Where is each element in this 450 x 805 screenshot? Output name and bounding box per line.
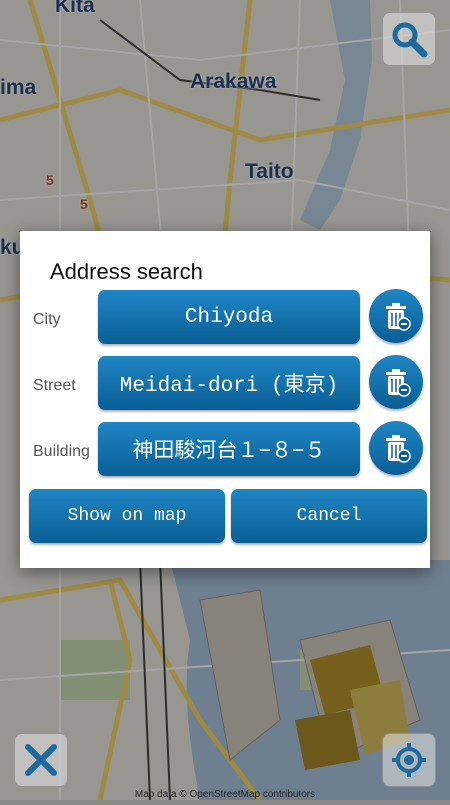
city-label: City (33, 311, 61, 328)
trash-icon (386, 369, 411, 397)
building-label: Building (33, 443, 90, 460)
address-search-dialog: Address search City Chiyoda Street Meida… (20, 231, 430, 568)
show-on-map-button[interactable]: Show on map (29, 489, 225, 543)
street-field-button[interactable]: Meidai-dori (東京) (98, 356, 360, 410)
trash-icon (386, 303, 411, 331)
clear-building-button[interactable] (369, 421, 423, 475)
trash-icon (386, 435, 411, 463)
locate-button[interactable] (382, 733, 436, 787)
tools-icon (25, 744, 57, 776)
city-field-button[interactable]: Chiyoda (98, 290, 360, 344)
tools-button[interactable] (14, 733, 68, 787)
search-icon (392, 22, 428, 58)
clear-city-button[interactable] (369, 289, 423, 343)
dialog-title: Address search (50, 259, 203, 284)
crosshair-icon (392, 743, 426, 777)
search-button[interactable] (382, 12, 436, 66)
map-attribution: Map data © OpenStreetMap contributors (134, 789, 316, 800)
building-field-button[interactable]: 神田駿河台１−８−５ (98, 422, 360, 476)
street-label: Street (33, 377, 76, 394)
clear-street-button[interactable] (369, 355, 423, 409)
cancel-button[interactable]: Cancel (231, 489, 427, 543)
